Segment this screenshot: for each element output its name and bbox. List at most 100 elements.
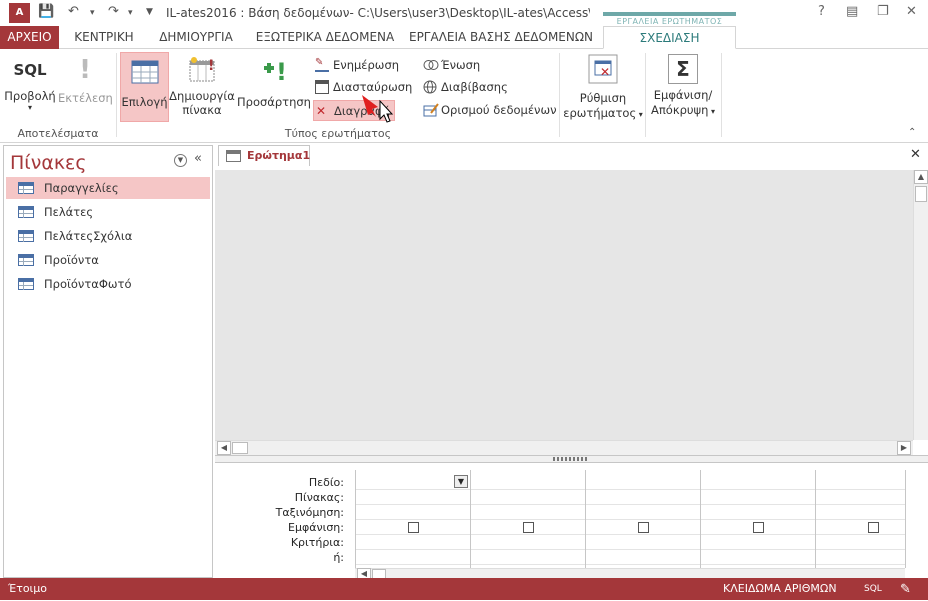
close-window-button[interactable]: ✕ [906, 4, 917, 19]
group-separator [116, 53, 117, 137]
show-checkbox[interactable] [408, 522, 419, 533]
data-definition-query-button[interactable]: Ορισμού δεδομένων [421, 100, 557, 120]
passthrough-label: Διαβίβασης [441, 80, 508, 94]
criteria-cell[interactable] [816, 535, 905, 550]
append-query-button[interactable]: ! Προσάρτηση [237, 52, 311, 122]
scroll-thumb[interactable] [232, 442, 248, 454]
nav-item-customer-comments[interactable]: ΠελάτεςΣχόλια [6, 225, 210, 247]
redo-dropdown-icon[interactable]: ▾ [128, 8, 133, 18]
sort-cell[interactable] [356, 505, 470, 520]
show-checkbox[interactable] [753, 522, 764, 533]
upper-horizontal-scrollbar[interactable]: ◀ ▶ [215, 440, 913, 455]
query-setup-button[interactable]: ✕ Ρύθμιση ερωτήματος ▾ [563, 52, 643, 124]
sort-cell[interactable] [471, 505, 585, 520]
tab-external-data[interactable]: ΕΞΩΤΕΡΙΚΑ ΔΕΔΟΜΕΝΑ [250, 26, 400, 49]
redo-icon[interactable]: ↷ [108, 4, 119, 19]
scroll-thumb[interactable] [915, 186, 927, 202]
tab-database-tools[interactable]: ΕΡΓΑΛΕΙΑ ΒΑΣΗΣ ΔΕΔΟΜΕΝΩΝ [406, 26, 596, 49]
or-cell[interactable] [471, 550, 585, 565]
close-document-icon[interactable]: ✕ [910, 147, 921, 162]
make-table-label: Δημιουργία πίνακα [169, 89, 235, 117]
table-cell[interactable] [816, 490, 905, 505]
tab-home[interactable]: ΚΕΝΤΡΙΚΗ [66, 26, 142, 49]
splitter-grip-icon [553, 457, 589, 461]
design-grid-row-labels: Πεδίο: Πίνακας: Ταξινόμηση: Εμφάνιση: Κρ… [215, 475, 352, 565]
save-icon[interactable]: 💾 [38, 4, 54, 19]
query-type-group-label: Τύπος ερωτήματος [284, 127, 392, 140]
ribbon-display-options-icon[interactable]: ▤ [846, 4, 858, 19]
grid-column[interactable] [701, 470, 816, 568]
design-view-status-icon[interactable]: ✎ [900, 579, 911, 601]
field-cell[interactable] [816, 470, 905, 490]
or-cell[interactable] [701, 550, 815, 565]
scroll-up-icon[interactable]: ▲ [914, 170, 928, 184]
grid-column[interactable] [471, 470, 586, 568]
or-cell[interactable] [586, 550, 700, 565]
scroll-left-icon[interactable]: ◀ [217, 441, 231, 455]
or-cell[interactable] [356, 550, 470, 565]
select-query-button[interactable]: Επιλογή [120, 52, 169, 122]
nav-pane-title: Πίνακες [10, 152, 87, 174]
tab-file[interactable]: ΑΡΧΕΙΟ [0, 26, 59, 49]
collapse-ribbon-icon[interactable]: ⌃ [908, 127, 916, 138]
union-query-button[interactable]: Ένωση [421, 55, 480, 75]
collapse-nav-pane-icon[interactable]: « [194, 151, 202, 166]
make-table-button[interactable]: ! Δημιουργία πίνακα [169, 52, 235, 122]
criteria-cell[interactable] [356, 535, 470, 550]
field-dropdown-icon[interactable]: ▼ [454, 475, 468, 488]
field-cell[interactable] [586, 470, 700, 490]
document-tab-label: Ερώτημα1 [247, 149, 311, 162]
show-checkbox[interactable] [523, 522, 534, 533]
pane-splitter[interactable] [215, 455, 928, 463]
show-checkbox[interactable] [868, 522, 879, 533]
nav-item-products[interactable]: Προϊόντα [6, 249, 210, 271]
nav-item-product-photos[interactable]: ΠροϊόνταΦωτό [6, 273, 210, 295]
scroll-right-icon[interactable]: ▶ [897, 441, 911, 455]
criteria-cell[interactable] [701, 535, 815, 550]
nav-item-label: Παραγγελίες [44, 181, 119, 195]
tab-design[interactable]: ΣΧΕΔΙΑΣΗ [603, 26, 736, 49]
or-cell[interactable] [816, 550, 905, 565]
document-tab-query1[interactable]: Ερώτημα1 [218, 145, 310, 166]
sort-cell[interactable] [816, 505, 905, 520]
customize-qat-icon[interactable]: ▼ [146, 7, 153, 17]
field-cell[interactable]: ▼ [356, 470, 470, 490]
nav-item-customers[interactable]: Πελάτες [6, 201, 210, 223]
table-cell[interactable] [471, 490, 585, 505]
undo-dropdown-icon[interactable]: ▾ [90, 8, 95, 18]
run-button[interactable]: ! Εκτέλεση [58, 53, 113, 123]
access-app-icon[interactable]: A [9, 3, 30, 23]
show-hide-button[interactable]: Σ Εμφάνιση/ Απόκρυψη ▾ [648, 52, 718, 124]
field-cell[interactable] [471, 470, 585, 490]
criteria-cell[interactable] [471, 535, 585, 550]
status-bar: Έτοιμο ΚΛΕΙΔΩΜΑ ΑΡΙΘΜΩΝ SQL ✎ [0, 578, 928, 600]
restore-button[interactable]: ❐ [877, 4, 889, 19]
nav-item-orders[interactable]: Παραγγελίες [6, 177, 210, 199]
field-cell[interactable] [701, 470, 815, 490]
update-query-button[interactable]: ✎ Ενημέρωση [313, 55, 399, 75]
undo-icon[interactable]: ↶ [68, 4, 79, 19]
grid-column[interactable]: ▼ [356, 470, 471, 568]
grid-column[interactable] [816, 470, 906, 568]
show-hide-label-2: Απόκρυψη [651, 103, 709, 117]
sort-cell[interactable] [586, 505, 700, 520]
table-cell[interactable] [356, 490, 470, 505]
tab-create[interactable]: ΔΗΜΙΟΥΡΓΙΑ [150, 26, 242, 49]
help-button[interactable]: ? [818, 4, 825, 19]
view-button[interactable]: SQL Προβολή ▾ [4, 53, 56, 123]
criteria-cell[interactable] [586, 535, 700, 550]
nav-item-label: Προϊόντα [44, 253, 99, 267]
table-cell[interactable] [586, 490, 700, 505]
show-cell [816, 520, 905, 535]
show-checkbox[interactable] [638, 522, 649, 533]
sql-view-status-button[interactable]: SQL [864, 578, 882, 600]
table-display-area[interactable] [215, 170, 913, 440]
passthrough-query-button[interactable]: Διαβίβασης [421, 77, 508, 97]
table-cell[interactable] [701, 490, 815, 505]
nav-menu-dropdown-icon[interactable]: ▼ [174, 154, 187, 167]
group-separator [645, 53, 646, 137]
show-cell [586, 520, 700, 535]
grid-column[interactable] [586, 470, 701, 568]
upper-vertical-scrollbar[interactable]: ▲ [913, 170, 928, 440]
sort-cell[interactable] [701, 505, 815, 520]
